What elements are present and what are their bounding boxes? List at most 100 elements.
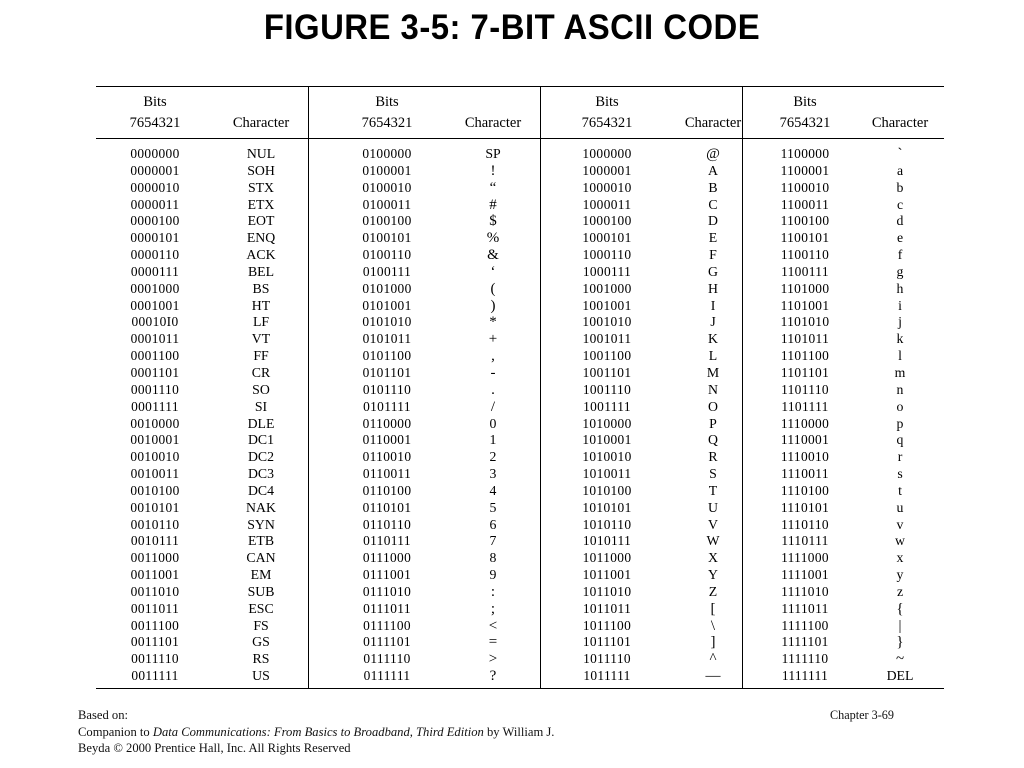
bits-value: 1110100 bbox=[780, 482, 830, 498]
character-value: ) bbox=[490, 297, 496, 314]
bits-value: 0011110 bbox=[131, 651, 179, 667]
table-row: 1001011 K bbox=[548, 331, 760, 348]
character-value: GS bbox=[252, 634, 270, 650]
table-row: 1100111 g bbox=[746, 264, 944, 281]
character-value: SYN bbox=[247, 516, 275, 532]
bits-value: 1010001 bbox=[582, 432, 632, 448]
bits-value: 0111111 bbox=[363, 668, 411, 684]
bits-value: 0111011 bbox=[363, 600, 411, 616]
table-row: 1111101} bbox=[746, 634, 944, 651]
bits-header-line2: 7654321 bbox=[361, 115, 413, 131]
character-value: } bbox=[896, 634, 904, 651]
bits-value: 0010000 bbox=[130, 415, 180, 431]
character-value: 1 bbox=[489, 432, 497, 448]
bits-value: 1001000 bbox=[582, 280, 632, 296]
character-value: < bbox=[488, 617, 498, 634]
table-row: 0110111 7 bbox=[328, 533, 540, 550]
character-value: SO bbox=[252, 381, 270, 397]
bits-value: 1110001 bbox=[780, 432, 830, 448]
table-row: 1100001 a bbox=[746, 163, 944, 180]
bits-value: 1001110 bbox=[582, 381, 632, 397]
bits-value: 0100111 bbox=[362, 263, 412, 279]
table-row: 0101100, bbox=[328, 348, 540, 365]
bits-value: 1011010 bbox=[582, 583, 632, 599]
table-row: 0010001 DC1 bbox=[96, 432, 308, 449]
character-value: s bbox=[897, 466, 903, 482]
bits-value: 0111101 bbox=[363, 634, 411, 650]
character-value: = bbox=[488, 634, 498, 651]
table-row: 0101111 / bbox=[328, 399, 540, 416]
bits-value: 1011110 bbox=[583, 651, 631, 667]
table-row: 1110010 r bbox=[746, 449, 944, 466]
bits-value: 0101110 bbox=[362, 381, 412, 397]
table-row: 1101100 l bbox=[746, 348, 944, 365]
table-row: 1111010 z bbox=[746, 584, 944, 601]
character-value: HT bbox=[251, 297, 271, 313]
bits-value: 1010011 bbox=[582, 466, 632, 482]
column-divider-1 bbox=[308, 86, 309, 688]
table-row: 0110101 5 bbox=[328, 500, 540, 517]
table-row: 0011111 US bbox=[96, 668, 308, 685]
character-value: NAK bbox=[246, 499, 276, 515]
character-value: , bbox=[491, 348, 495, 365]
bits-value: 0000011 bbox=[130, 196, 180, 212]
bits-value: 1111101 bbox=[781, 634, 829, 650]
table-row: 0101101 - bbox=[328, 365, 540, 382]
bits-value: 0010011 bbox=[130, 466, 180, 482]
table-row: 1100011 c bbox=[746, 197, 944, 214]
table-row: 0000001 SOH bbox=[96, 163, 308, 180]
table-row: 0101001) bbox=[328, 298, 540, 315]
bits-value: 1000101 bbox=[582, 230, 632, 246]
table-row: 0000110 ACK bbox=[96, 247, 308, 264]
table-row: 0111001 9 bbox=[328, 567, 540, 584]
table-row: 1110100 t bbox=[746, 483, 944, 500]
table-row: 0001100 FF bbox=[96, 348, 308, 365]
table-row: 0001101 CR bbox=[96, 365, 308, 382]
table-row: 0110011 3 bbox=[328, 466, 540, 483]
bits-value: 0100110 bbox=[362, 247, 412, 263]
table-bottom-rule bbox=[96, 688, 944, 689]
bits-value: 1010111 bbox=[582, 533, 632, 549]
bits-value: 1001100 bbox=[582, 348, 632, 364]
character-value: DC3 bbox=[247, 466, 275, 482]
character-value: ESC bbox=[248, 600, 274, 616]
bits-value: 1110000 bbox=[780, 415, 830, 431]
bits-header-1: Bits 7654321 bbox=[96, 92, 214, 134]
table-row: 1000100 D bbox=[548, 213, 760, 230]
table-row: 1001001 I bbox=[548, 298, 760, 315]
footer-line-2: Companion to Data Communications: From B… bbox=[78, 724, 718, 741]
bits-value: 1110011 bbox=[781, 466, 829, 482]
table-row: 0100001! bbox=[328, 163, 540, 180]
bits-header-line2: 7654321 bbox=[129, 115, 181, 131]
ascii-column-group-2: Bits 7654321 Character 0100000 SP 0100001!… bbox=[328, 86, 540, 688]
bits-value: 1101011 bbox=[780, 331, 830, 347]
character-value: CR bbox=[251, 364, 271, 380]
table-row: 1111111 DEL bbox=[746, 668, 944, 685]
table-row: 1001110 N bbox=[548, 382, 760, 399]
bits-value: 1010000 bbox=[582, 415, 632, 431]
character-value: a bbox=[896, 162, 904, 178]
bits-value: 0100101 bbox=[362, 230, 412, 246]
table-row: 0100011 # bbox=[328, 197, 540, 214]
bits-value: 0110001 bbox=[362, 432, 412, 448]
table-row: 1010010 R bbox=[548, 449, 760, 466]
table-row: 0010000 DLE bbox=[96, 416, 308, 433]
bits-value: 1100111 bbox=[781, 263, 829, 279]
table-row: 1100100 d bbox=[746, 213, 944, 230]
bits-value: 1001010 bbox=[582, 314, 632, 330]
bits-value: 0101101 bbox=[362, 364, 412, 380]
bits-value: 0001001 bbox=[130, 297, 180, 313]
table-row: 0111111? bbox=[328, 668, 540, 685]
character-value: j bbox=[898, 314, 902, 330]
table-row: 1101010 j bbox=[746, 314, 944, 331]
table-row: 1010110 V bbox=[548, 517, 760, 534]
bits-value: 1000000 bbox=[582, 146, 632, 161]
bits-value: 0001100 bbox=[130, 348, 180, 364]
table-row: 1111011 { bbox=[746, 601, 944, 618]
character-value: m bbox=[894, 364, 906, 380]
bits-value: 1100101 bbox=[780, 230, 830, 246]
table-row: 0100110 & bbox=[328, 247, 540, 264]
character-value: $ bbox=[489, 213, 497, 230]
bits-header-line1: Bits bbox=[375, 94, 399, 110]
character-value: SUB bbox=[247, 583, 275, 599]
